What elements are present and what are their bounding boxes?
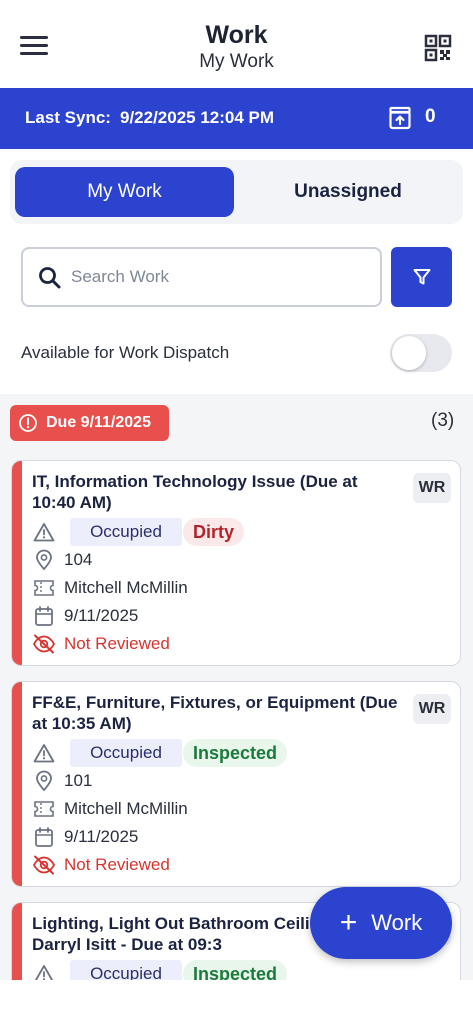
qr-code-icon[interactable] <box>424 34 452 62</box>
app-header: Work My Work <box>0 0 473 88</box>
filter-button[interactable] <box>391 247 452 307</box>
tab-unassigned[interactable]: Unassigned <box>238 167 458 217</box>
overdue-indicator <box>12 461 22 665</box>
group-count: (3) <box>431 410 455 431</box>
work-type-badge: WR <box>413 694 451 724</box>
calendar-icon <box>32 825 56 849</box>
room-number: 101 <box>64 771 93 790</box>
dispatch-label: Available for Work Dispatch <box>21 343 230 362</box>
dispatch-toggle[interactable] <box>390 334 452 372</box>
work-type-badge: WR <box>413 473 451 503</box>
review-row: Not Reviewed <box>32 631 170 657</box>
room-status-chip: Inspected <box>183 739 288 767</box>
location-pin-icon <box>32 769 56 793</box>
calendar-icon <box>32 604 56 628</box>
assignee-row: Mitchell McMillin <box>32 575 188 601</box>
search-icon <box>37 265 63 291</box>
add-work-button[interactable]: + Work <box>310 887 452 959</box>
eye-off-icon <box>32 632 56 656</box>
status-row <box>32 740 56 766</box>
date-row: 9/11/2025 <box>32 824 138 850</box>
sync-label: Last Sync: <box>25 108 111 127</box>
tab-my-work[interactable]: My Work <box>15 167 234 217</box>
plus-icon: + <box>339 906 358 939</box>
due-date: 9/11/2025 <box>64 606 139 625</box>
ticket-icon <box>32 797 56 821</box>
card-title: FF&E, Furniture, Fixtures, or Equipment … <box>32 693 398 733</box>
location-pin-icon <box>32 548 56 572</box>
page-subtitle: My Work <box>199 51 274 72</box>
due-date: 9/11/2025 <box>64 827 139 846</box>
review-row: Not Reviewed <box>32 852 170 878</box>
occupancy-chip: Occupied <box>70 518 182 546</box>
ticket-icon <box>32 576 56 600</box>
eye-off-icon <box>32 853 56 877</box>
room-row: 104 <box>32 547 92 573</box>
bottom-safe-area <box>0 980 473 1024</box>
overdue-indicator <box>12 682 22 886</box>
due-date-label: Due 9/11/2025 <box>46 414 151 431</box>
card-title: IT, Information Technology Issue (Due at… <box>32 472 358 512</box>
warning-icon <box>32 520 56 544</box>
review-status: Not Reviewed <box>64 855 170 874</box>
warning-icon <box>32 741 56 765</box>
assignee-name: Mitchell McMillin <box>64 799 188 818</box>
toggle-knob <box>392 336 426 370</box>
room-number: 104 <box>64 550 93 569</box>
pending-upload-count: 0 <box>425 106 436 127</box>
sync-timestamp: 9/22/2025 12:04 PM <box>120 108 275 127</box>
work-tabs: My Work Unassigned <box>10 160 463 224</box>
due-date-badge[interactable]: Due 9/11/2025 <box>10 405 169 441</box>
work-card[interactable]: IT, Information Technology Issue (Due at… <box>11 460 461 666</box>
page-title: Work <box>205 21 268 49</box>
occupancy-chip: Occupied <box>70 739 182 767</box>
room-row: 101 <box>32 768 92 794</box>
search-field <box>21 247 382 307</box>
sync-bar: Last Sync: 9/22/2025 12:04 PM 0 <box>0 88 473 149</box>
status-row <box>32 519 56 545</box>
alert-circle-icon <box>19 414 37 432</box>
title-block: Work My Work <box>0 20 473 74</box>
date-row: 9/11/2025 <box>32 603 138 629</box>
assignee-row: Mitchell McMillin <box>32 796 188 822</box>
room-status-chip: Dirty <box>183 518 245 546</box>
work-card[interactable]: FF&E, Furniture, Fixtures, or Equipment … <box>11 681 461 887</box>
search-input[interactable] <box>71 259 371 295</box>
add-work-label: Work <box>371 910 423 935</box>
upload-icon[interactable] <box>388 106 412 130</box>
review-status: Not Reviewed <box>64 634 170 653</box>
assignee-name: Mitchell McMillin <box>64 578 188 597</box>
filter-icon <box>413 269 430 285</box>
